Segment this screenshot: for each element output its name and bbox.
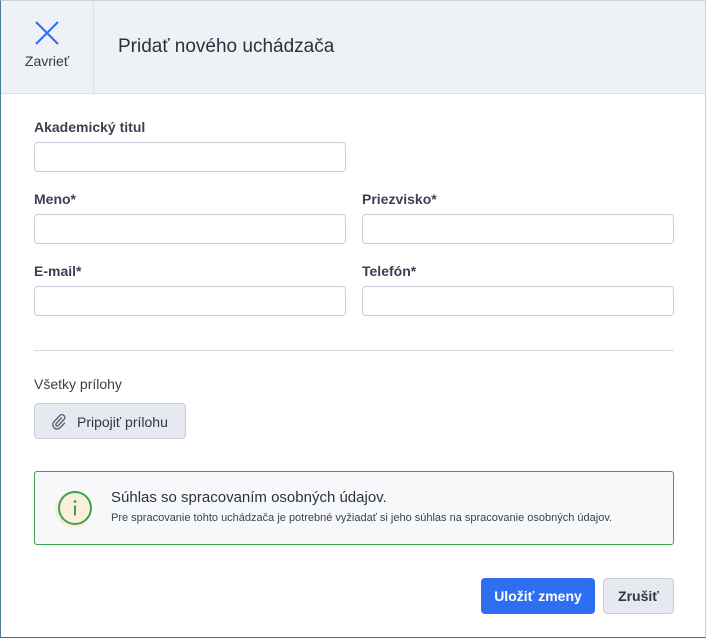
attach-button-label: Pripojiť prílohu [77, 414, 168, 430]
consent-title: Súhlas so spracovaním osobných údajov. [111, 489, 387, 506]
consent-notice: Súhlas so spracovaním osobných údajov. P… [34, 471, 674, 545]
academic-title-input[interactable] [34, 142, 346, 172]
phone-label: Telefón* [362, 263, 417, 279]
consent-text: Pre spracovanie tohto uchádzača je potre… [111, 512, 613, 524]
email-label: E-mail* [34, 263, 82, 279]
academic-title-label: Akademický titul [34, 119, 146, 135]
cancel-button[interactable]: Zrušiť [603, 578, 674, 614]
dialog-header: Zavrieť Pridať nového uchádzača [1, 1, 705, 94]
email-input[interactable] [34, 286, 346, 316]
first-name-label: Meno* [34, 191, 76, 207]
add-applicant-dialog: Zavrieť Pridať nového uchádzača Akademic… [0, 0, 706, 638]
close-icon [35, 21, 59, 45]
save-button[interactable]: Uložiť zmeny [481, 578, 595, 614]
attachments-label: Všetky prílohy [34, 376, 122, 392]
info-icon [53, 488, 97, 537]
close-label: Zavrieť [24, 53, 70, 69]
first-name-input[interactable] [34, 214, 346, 244]
attach-file-button[interactable]: Pripojiť prílohu [34, 403, 186, 439]
section-divider [34, 350, 674, 351]
paperclip-icon [52, 414, 66, 430]
close-button[interactable]: Zavrieť [1, 1, 94, 93]
last-name-label: Priezvisko* [362, 191, 437, 207]
phone-input[interactable] [362, 286, 674, 316]
last-name-input[interactable] [362, 214, 674, 244]
dialog-title: Pridať nového uchádzača [118, 36, 335, 57]
